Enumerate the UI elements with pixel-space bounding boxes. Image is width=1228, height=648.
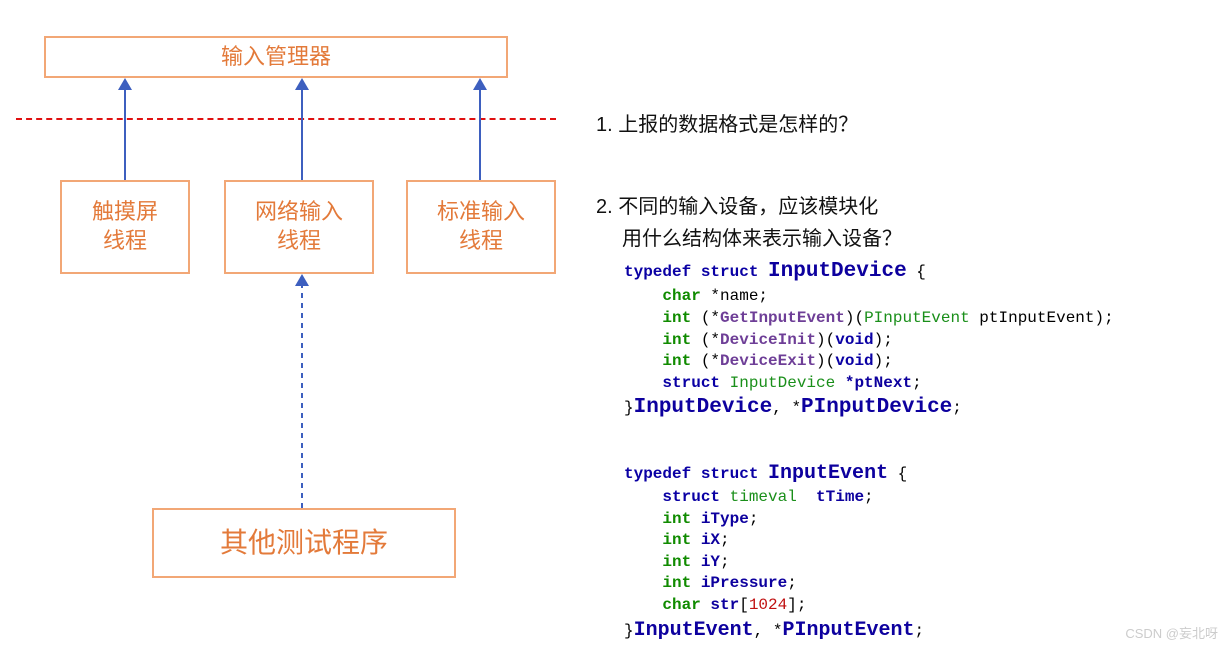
thread-net-box: 网络输入 线程 <box>224 180 374 274</box>
code-inputdevice: typedef struct InputDevice { char *name;… <box>624 258 1114 423</box>
question-1: 1. 上报的数据格式是怎样的？ <box>596 108 858 137</box>
manager-box: 输入管理器 <box>44 36 508 78</box>
question-2-line1: 2. 不同的输入设备，应该模块化 <box>596 190 878 219</box>
arrow-other-to-net <box>295 274 309 508</box>
arrow-net-to-manager <box>295 78 309 180</box>
arrow-std-to-manager <box>473 78 487 180</box>
code-inputevent: typedef struct InputEvent { struct timev… <box>624 460 924 644</box>
thread-std-box: 标准输入 线程 <box>406 180 556 274</box>
arrow-touch-to-manager <box>118 78 132 180</box>
separator-dashed <box>16 118 556 120</box>
question-2-line2: 用什么结构体来表示输入设备？ <box>622 222 902 251</box>
watermark: CSDN @妄北呀 <box>1125 623 1218 642</box>
thread-touch-box: 触摸屏 线程 <box>60 180 190 274</box>
other-program-box: 其他测试程序 <box>152 508 456 578</box>
